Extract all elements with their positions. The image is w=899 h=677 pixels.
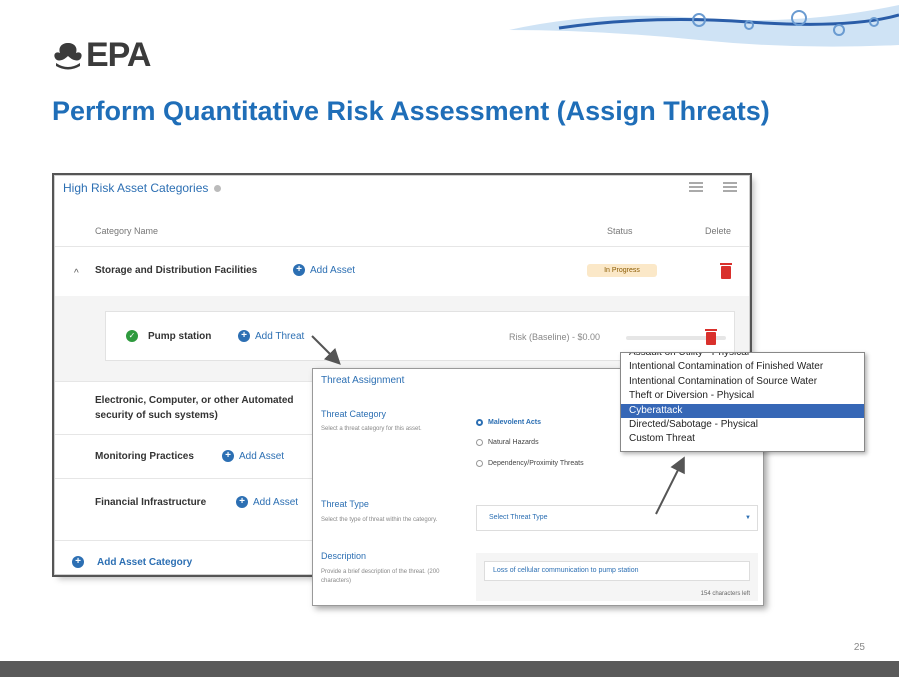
radio-icon	[476, 460, 483, 467]
column-header-name: Category Name	[95, 226, 159, 236]
asset-name-group: ✓ Pump station	[126, 330, 211, 342]
add-asset-category-link[interactable]: + Add Asset Category	[72, 556, 192, 568]
threat-type-select[interactable]: Select Threat Type ▼	[476, 505, 758, 531]
category-name-line: security of such systems)	[95, 410, 218, 421]
dropdown-item[interactable]: Custom Threat	[621, 432, 864, 446]
threat-type-dropdown: Assault on Utility - Physical Intentiona…	[620, 352, 865, 452]
select-placeholder: Select Threat Type	[489, 514, 548, 521]
radio-label: Dependency/Proximity Threats	[488, 460, 584, 467]
category-name: Electronic, Computer, or other Automated…	[95, 393, 294, 423]
add-asset-label: Add Asset	[310, 264, 356, 276]
info-icon[interactable]	[214, 185, 222, 193]
radio-natural[interactable]: Natural Hazards	[476, 439, 539, 446]
add-threat-label: Add Threat	[255, 330, 305, 342]
category-name: Storage and Distribution Facilities	[95, 265, 258, 276]
footer-bar	[0, 661, 899, 677]
column-header-delete: Delete	[705, 226, 732, 236]
description-help: Provide a brief description of the threa…	[321, 569, 440, 584]
menu-icon[interactable]	[723, 182, 737, 192]
dialog-title: Threat Assignment	[321, 375, 405, 386]
chevron-down-icon: ▼	[745, 515, 751, 521]
add-asset-label: Add Asset	[239, 450, 285, 462]
epa-flower-icon	[54, 42, 82, 69]
radio-malevolent[interactable]: Malevolent Acts	[476, 419, 541, 426]
radio-label: Malevolent Acts	[488, 419, 542, 426]
radio-dependency[interactable]: Dependency/Proximity Threats	[476, 460, 584, 467]
dropdown-item[interactable]: Assault on Utility - Physical	[621, 353, 864, 360]
radio-icon	[476, 439, 483, 446]
add-category-label: Add Asset Category	[97, 556, 193, 568]
add-threat-link[interactable]: + Add Threat	[238, 330, 304, 342]
list-view-icon[interactable]	[689, 182, 703, 192]
logo-text: EPA	[86, 36, 151, 74]
delete-icon[interactable]	[720, 263, 732, 279]
delete-icon[interactable]	[705, 329, 717, 345]
dropdown-item-selected[interactable]: Cyberattack	[621, 403, 864, 418]
slide: EPA Perform Quantitative Risk Assessment…	[0, 0, 899, 677]
threat-category-label: Threat Category	[321, 409, 387, 419]
category-name: Financial Infrastructure	[95, 497, 207, 508]
plus-icon: +	[293, 264, 305, 276]
category-name: Monitoring Practices	[95, 451, 194, 462]
column-header-status: Status	[607, 226, 633, 236]
description-label: Description	[321, 551, 367, 561]
panel-toolbar	[689, 182, 737, 192]
asset-name: Pump station	[148, 330, 212, 342]
dropdown-item[interactable]: Directed/Sabotage - Physical	[621, 418, 864, 432]
radio-selected-icon	[476, 419, 483, 426]
description-input[interactable]: Loss of cellular communication to pump s…	[484, 561, 750, 581]
epa-logo: EPA	[52, 36, 151, 75]
description-area: Loss of cellular communication to pump s…	[476, 553, 758, 601]
dropdown-item[interactable]: Intentional Contamination of Source Wate…	[621, 375, 864, 389]
collapse-chevron-icon[interactable]: ^	[74, 268, 79, 279]
add-asset-link[interactable]: + Add Asset	[222, 450, 284, 462]
dropdown-item[interactable]: Intentional Contamination of Finished Wa…	[621, 360, 864, 374]
dropdown-item[interactable]: Theft or Diversion - Physical	[621, 389, 864, 403]
risk-value: Risk (Baseline) - $0.00	[509, 332, 601, 342]
page-number: 25	[853, 642, 865, 653]
plus-icon: +	[222, 450, 234, 462]
category-name-line: Electronic, Computer, or other Automated	[95, 395, 294, 406]
slide-title: Perform Quantitative Risk Assessment (As…	[52, 96, 770, 126]
panel-title-text: High Risk Asset Categories	[63, 181, 209, 195]
plus-icon: +	[72, 556, 84, 568]
radio-label: Natural Hazards	[488, 439, 539, 446]
add-asset-label: Add Asset	[253, 496, 299, 508]
status-badge: In Progress	[587, 264, 657, 277]
check-icon: ✓	[126, 330, 138, 342]
plus-icon: +	[238, 330, 250, 342]
panel-title: High Risk Asset Categories	[63, 181, 222, 195]
threat-type-help: Select the type of threat within the cat…	[321, 517, 438, 523]
plus-icon: +	[236, 496, 248, 508]
add-asset-link[interactable]: + Add Asset	[236, 496, 298, 508]
threat-category-help: Select a threat category for this asset.	[321, 426, 422, 432]
add-asset-link[interactable]: + Add Asset	[293, 264, 355, 276]
water-decoration	[509, 5, 899, 47]
char-count: 154 characters left	[700, 591, 750, 597]
threat-type-label: Threat Type	[321, 499, 369, 509]
